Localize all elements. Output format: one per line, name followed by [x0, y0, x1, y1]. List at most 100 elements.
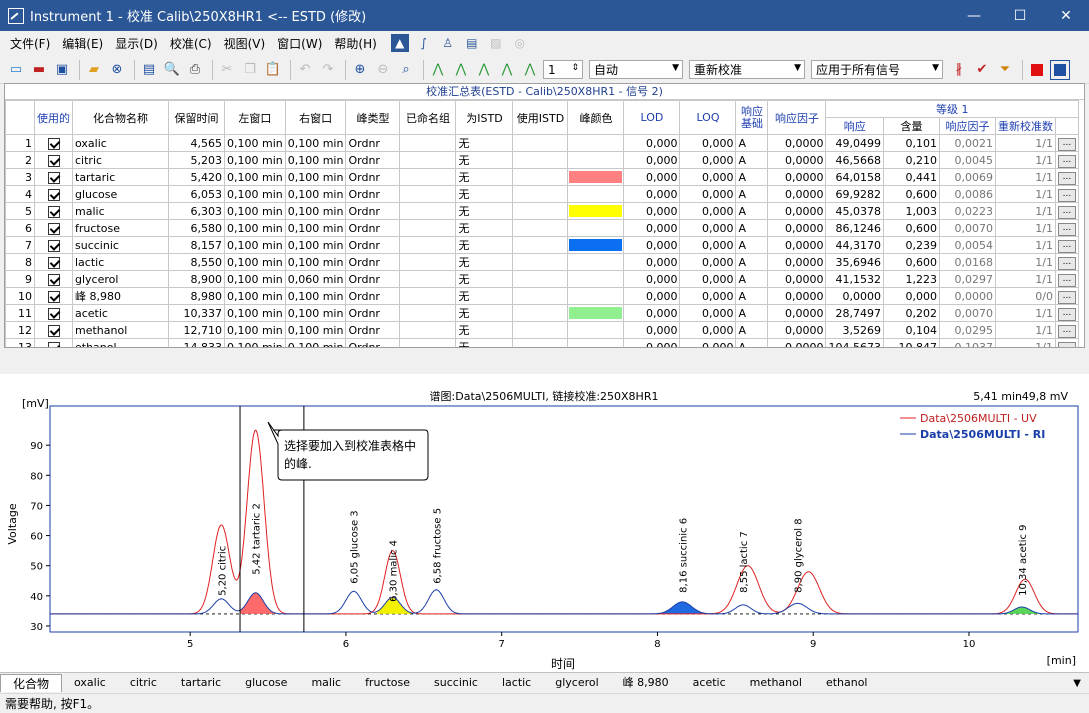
cell-istd[interactable]: 无	[455, 304, 514, 322]
cell-lw[interactable]: 0,100 min	[224, 253, 286, 271]
peak-multi-icon[interactable]: ⋀	[497, 60, 517, 80]
folder-icon[interactable]: ▰	[84, 60, 104, 80]
chevron-down-icon[interactable]: ▼	[794, 63, 801, 73]
cell-basis[interactable]: A	[735, 168, 769, 186]
use-checkbox[interactable]	[47, 341, 60, 347]
cell-basis[interactable]: A	[735, 219, 769, 237]
cell-lw[interactable]: 0,100 min	[224, 236, 286, 254]
cell-group[interactable]	[399, 253, 457, 271]
cell-istd[interactable]: 无	[455, 253, 514, 271]
cell-rw[interactable]: 0,100 min	[284, 253, 347, 271]
cell-istd[interactable]: 无	[455, 236, 514, 254]
compound-name[interactable]: citric	[72, 151, 169, 169]
cell-use_istd[interactable]	[512, 236, 569, 254]
tab-compound[interactable]: malic	[299, 674, 353, 692]
more-button[interactable]: ...	[1057, 240, 1076, 253]
cell-amt[interactable]: 1,223	[882, 270, 940, 288]
cell-rf[interactable]: 0,0000	[767, 236, 827, 254]
cell-rt[interactable]: 4,565	[168, 134, 225, 152]
cell-type[interactable]: Ordnr	[345, 202, 401, 220]
cell-basis[interactable]: A	[735, 202, 769, 220]
cell-rw[interactable]: 0,100 min	[284, 287, 347, 305]
cell-lrf[interactable]: 0,0223	[938, 202, 996, 220]
cell-rf[interactable]: 0,0000	[767, 304, 827, 322]
compound-name[interactable]: tartaric	[72, 168, 169, 186]
cell-lrf[interactable]: 0,0000	[938, 287, 996, 305]
filter-icon[interactable]: ⏷	[995, 60, 1015, 80]
cell-use_istd[interactable]	[512, 253, 569, 271]
calibrate-curve-icon[interactable]: ∫	[415, 34, 433, 52]
cell-lw[interactable]: 0,100 min	[224, 321, 286, 339]
more-button[interactable]: ...	[1057, 308, 1076, 321]
cell-resp[interactable]: 41,1532	[825, 270, 884, 288]
use-checkbox[interactable]	[47, 290, 60, 303]
new-icon[interactable]: ▭	[6, 60, 26, 80]
recal-detail-cell[interactable]: ...	[1054, 304, 1079, 322]
cell-resp[interactable]: 49,0499	[825, 134, 884, 152]
more-button[interactable]: ...	[1057, 189, 1076, 202]
cell-group[interactable]	[399, 287, 457, 305]
stop-icon[interactable]	[1027, 60, 1047, 80]
chevron-down-icon[interactable]: ▼	[672, 63, 679, 73]
cell-resp[interactable]: 44,3170	[825, 236, 884, 254]
table-row[interactable]: 7 succinic 8,157 0,100 min 0,100 min Ordnr 无 0,…	[5, 236, 1079, 254]
cell-lw[interactable]: 0,100 min	[224, 202, 286, 220]
cell-rw[interactable]: 0,100 min	[284, 236, 347, 254]
cell-amt[interactable]: 10,847	[882, 338, 940, 347]
cell-use_istd[interactable]	[512, 202, 569, 220]
cell-resp[interactable]: 45,0378	[825, 202, 884, 220]
cell-basis[interactable]: A	[735, 253, 769, 271]
cell-istd[interactable]: 无	[455, 270, 514, 288]
cell-rt[interactable]: 14,833	[168, 338, 225, 347]
header-left-window[interactable]: 左窗口	[224, 100, 286, 135]
use-checkbox-cell[interactable]	[34, 168, 73, 186]
menu-view-display[interactable]: 显示(D)	[109, 35, 164, 52]
compound-name[interactable]: glycerol	[72, 270, 169, 288]
sample-icon[interactable]: ♙	[439, 34, 457, 52]
tab-compound[interactable]: glycerol	[543, 674, 610, 692]
cell-group[interactable]	[399, 219, 457, 237]
cell-rf[interactable]: 0,0000	[767, 253, 827, 271]
header-response-factor[interactable]: 响应因子	[767, 100, 827, 135]
compound-name[interactable]: succinic	[72, 236, 169, 254]
header-recal-count[interactable]: 重新校准数	[994, 117, 1056, 135]
cell-basis[interactable]: A	[735, 270, 769, 288]
cell-amt[interactable]: 0,104	[882, 321, 940, 339]
cell-istd[interactable]: 无	[455, 151, 514, 169]
cell-type[interactable]: Ordnr	[345, 168, 401, 186]
table-row[interactable]: 13 ethanol 14,833 0,100 min 0,100 min Ordnr 无 0…	[5, 338, 1079, 347]
table-row[interactable]: 3 tartaric 5,420 0,100 min 0,100 min Ordnr 无 0,…	[5, 168, 1079, 186]
cell-type[interactable]: Ordnr	[345, 151, 401, 169]
peak-color-cell[interactable]	[567, 304, 625, 322]
cell-istd[interactable]: 无	[455, 287, 514, 305]
table-row[interactable]: 11 acetic 10,337 0,100 min 0,100 min Ordnr 无 0,…	[5, 304, 1079, 322]
cell-amt[interactable]: 0,000	[882, 287, 940, 305]
cell-lw[interactable]: 0,100 min	[224, 151, 286, 169]
cell-rf[interactable]: 0,0000	[767, 338, 827, 347]
cell-rw[interactable]: 0,100 min	[284, 151, 347, 169]
use-checkbox[interactable]	[47, 222, 60, 235]
cell-group[interactable]	[399, 151, 457, 169]
cell-istd[interactable]: 无	[455, 202, 514, 220]
cell-rt[interactable]: 6,303	[168, 202, 225, 220]
cell-resp[interactable]: 0,0000	[825, 287, 884, 305]
cell-lod[interactable]: 0,000	[623, 304, 681, 322]
cell-type[interactable]: Ordnr	[345, 321, 401, 339]
tab-scroll-down-icon[interactable]: ▼	[1073, 678, 1081, 689]
more-button[interactable]: ...	[1057, 257, 1076, 270]
recal-detail-cell[interactable]: ...	[1054, 185, 1079, 203]
more-button[interactable]: ...	[1057, 172, 1076, 185]
cell-lrf[interactable]: 0,0295	[938, 321, 996, 339]
recal-detail-cell[interactable]: ...	[1054, 219, 1079, 237]
cell-use_istd[interactable]	[512, 219, 569, 237]
use-checkbox-cell[interactable]	[34, 236, 73, 254]
use-checkbox-cell[interactable]	[34, 185, 73, 203]
cell-lw[interactable]: 0,100 min	[224, 168, 286, 186]
cell-rw[interactable]: 0,100 min	[284, 304, 347, 322]
peak-level-icon[interactable]: ⋀	[520, 60, 540, 80]
cell-basis[interactable]: A	[735, 236, 769, 254]
cell-group[interactable]	[399, 236, 457, 254]
cell-rw[interactable]: 0,100 min	[284, 202, 347, 220]
compound-name[interactable]: 峰 8,980	[72, 287, 169, 305]
cell-lod[interactable]: 0,000	[623, 270, 681, 288]
